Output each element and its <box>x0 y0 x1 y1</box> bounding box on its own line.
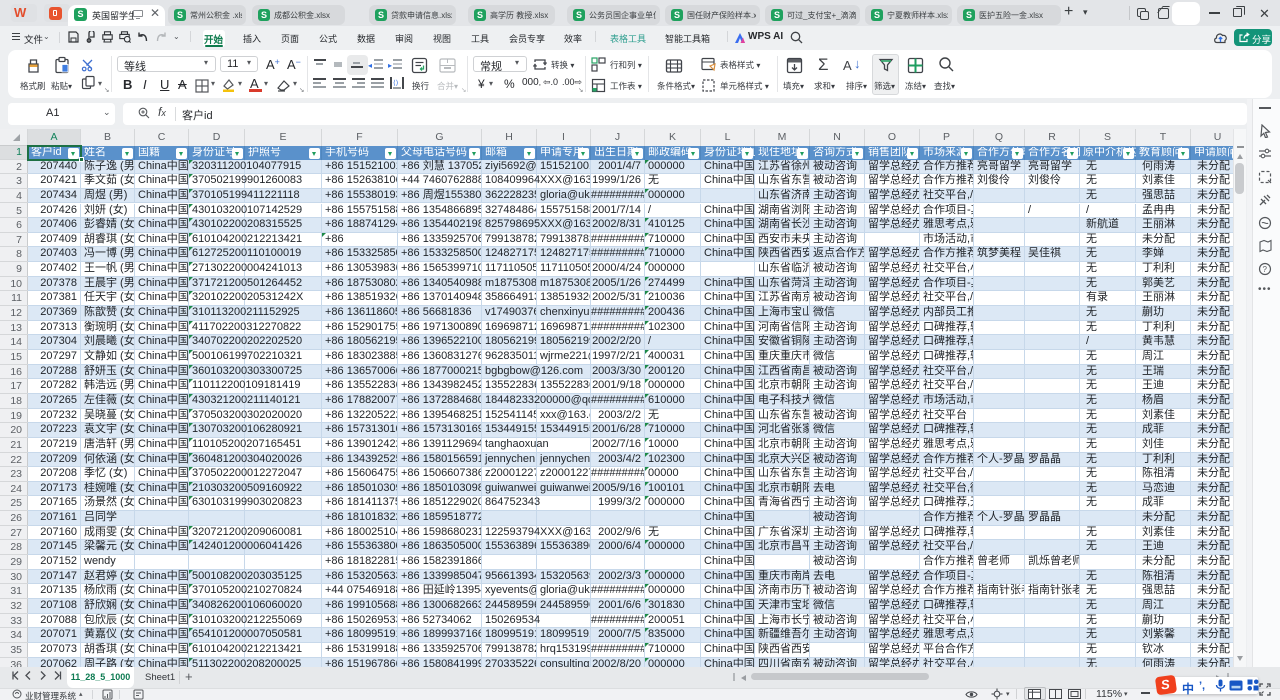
svg-text:?: ? <box>1263 265 1268 274</box>
